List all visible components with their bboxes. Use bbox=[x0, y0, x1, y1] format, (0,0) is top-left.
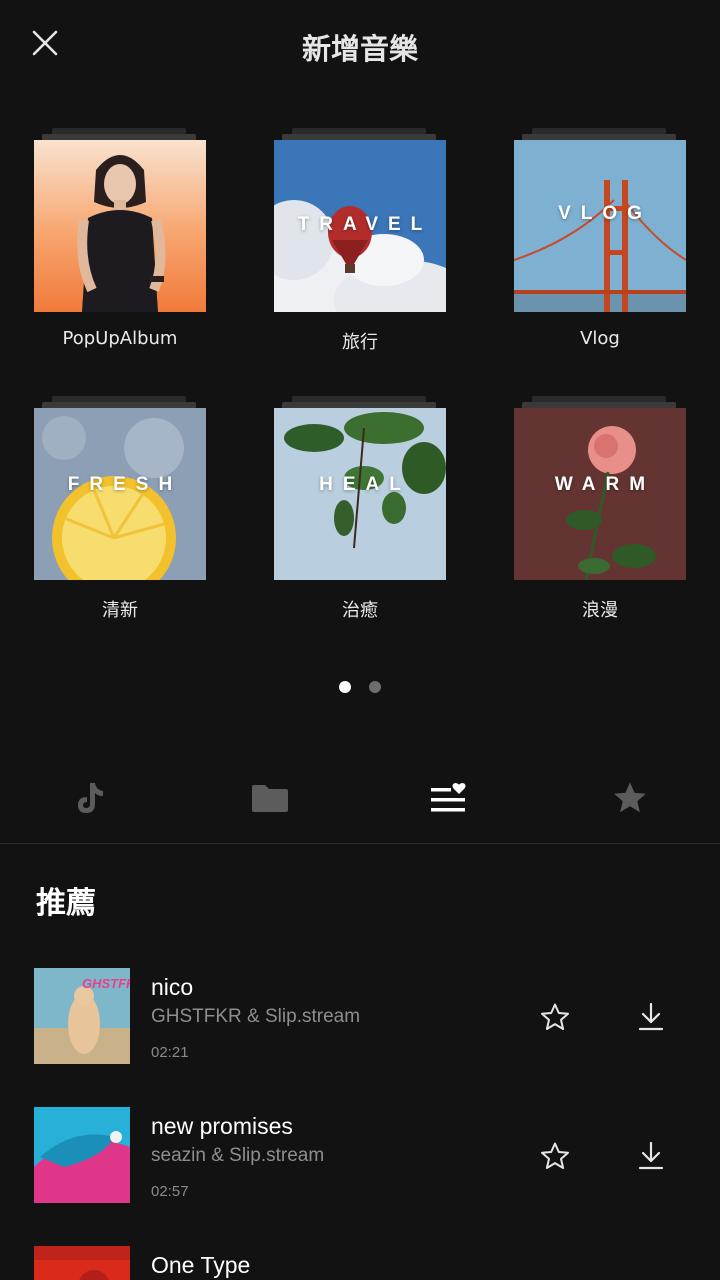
album-cover-text: TRAVEL bbox=[297, 214, 433, 235]
download-icon bbox=[638, 1141, 664, 1170]
album-label: 治癒 bbox=[342, 600, 378, 621]
album-cover-text: VLOG bbox=[558, 203, 652, 224]
top-bar: 新增音樂 bbox=[0, 0, 720, 88]
album-cover bbox=[34, 140, 206, 312]
favorite-button[interactable] bbox=[534, 1135, 576, 1177]
playlist-heart-icon bbox=[431, 782, 466, 812]
tab-recommended[interactable] bbox=[419, 774, 479, 822]
page-dot-1[interactable] bbox=[339, 681, 351, 693]
star-outline-icon bbox=[541, 1003, 569, 1030]
track-title: new promises bbox=[151, 1113, 293, 1139]
album-label: Vlog bbox=[580, 328, 620, 349]
track-title: nico bbox=[151, 974, 194, 1000]
album-cover-text: WARM bbox=[554, 474, 656, 495]
tab-favorites[interactable] bbox=[600, 774, 660, 822]
track-title: One Type bbox=[151, 1252, 251, 1278]
star-icon bbox=[614, 782, 646, 813]
track-row[interactable]: GHSTFKR nico GHSTFKR & Slip.stream 02:21 bbox=[0, 968, 720, 1078]
album-cover-text: HEAL bbox=[319, 474, 411, 495]
tiktok-icon bbox=[78, 783, 103, 813]
track-cover bbox=[34, 1246, 130, 1280]
album-label: PopUpAlbum bbox=[62, 328, 178, 349]
track-artist: GHSTFKR & Slip.stream bbox=[151, 1006, 361, 1027]
page-indicator bbox=[0, 681, 720, 693]
download-button[interactable] bbox=[630, 996, 672, 1038]
download-button[interactable] bbox=[630, 1135, 672, 1177]
svg-text:GHSTFKR: GHSTFKR bbox=[82, 976, 130, 991]
album-label: 旅行 bbox=[342, 332, 378, 353]
track-cover bbox=[34, 1107, 130, 1203]
track-artist: seazin & Slip.stream bbox=[151, 1145, 325, 1166]
tab-folder[interactable] bbox=[240, 774, 300, 822]
tab-tiktok[interactable] bbox=[60, 774, 120, 822]
track-duration: 02:21 bbox=[151, 1044, 189, 1061]
music-source-tabs bbox=[0, 760, 720, 844]
page-title: 新增音樂 bbox=[301, 32, 418, 66]
album-label: 浪漫 bbox=[582, 600, 618, 621]
favorite-button[interactable] bbox=[534, 996, 576, 1038]
section-title: 推薦 bbox=[36, 886, 96, 921]
download-icon bbox=[638, 1002, 664, 1031]
album-label: 清新 bbox=[102, 600, 138, 621]
star-outline-icon bbox=[541, 1142, 569, 1169]
page-dot-2[interactable] bbox=[369, 681, 381, 693]
album-cover bbox=[514, 140, 686, 312]
track-row[interactable]: One Type bbox=[0, 1246, 720, 1280]
album-cover-text: FRESH bbox=[67, 474, 183, 495]
track-duration: 02:57 bbox=[151, 1183, 189, 1200]
track-cover: GHSTFKR bbox=[34, 968, 130, 1064]
track-row[interactable]: new promises seazin & Slip.stream 02:57 bbox=[0, 1107, 720, 1217]
folder-icon bbox=[252, 785, 288, 812]
